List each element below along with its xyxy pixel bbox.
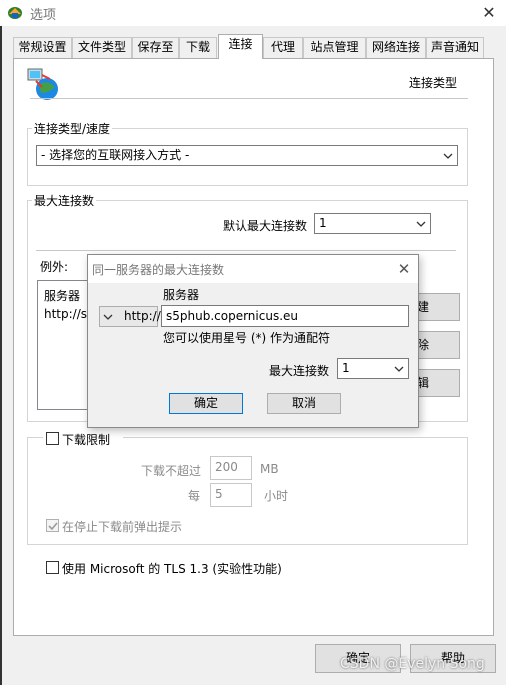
tab-site-manager[interactable]: 站点管理	[303, 37, 366, 58]
server-input[interactable]: s5phub.copernicus.eu	[161, 305, 409, 327]
checkmark-icon	[48, 522, 58, 531]
max-connections-dialog: 同一服务器的最大连接数 ✕ 服务器 http:// s5phub.coperni…	[87, 254, 419, 428]
protocol-value: http://	[124, 309, 161, 323]
connection-type-value: - 选择您的互联网接入方式 -	[41, 148, 190, 162]
protocol-select[interactable]: http://	[99, 306, 161, 327]
tab-file-types[interactable]: 文件类型	[72, 37, 132, 58]
close-icon[interactable]: ✕	[478, 2, 500, 24]
window-edge	[0, 26, 2, 685]
max-size-label: 下载不超过	[141, 464, 202, 478]
default-max-value: 1	[319, 216, 327, 230]
chevron-down-icon	[416, 221, 426, 227]
every-unit: 小时	[264, 489, 289, 503]
tab-sound[interactable]: 声音通知	[426, 37, 484, 58]
default-max-label: 默认最大连接数	[223, 219, 308, 233]
tab-download[interactable]: 下载	[179, 37, 217, 58]
dialog-ok-button[interactable]: 确定	[169, 393, 243, 414]
dialog-close-icon[interactable]: ✕	[392, 258, 416, 280]
download-limit-checkbox[interactable]	[46, 432, 59, 445]
watermark: CSDN @Evelyn Song	[340, 656, 485, 672]
app-icon	[8, 7, 22, 19]
title-bar	[0, 0, 506, 26]
dialog-max-label: 最大连接数	[269, 364, 330, 378]
tab-general[interactable]: 常规设置	[13, 37, 72, 58]
tab-proxy[interactable]: 代理	[263, 37, 303, 58]
connection-type-select[interactable]: - 选择您的互联网接入方式 -	[36, 145, 458, 166]
chevron-down-icon	[103, 314, 113, 320]
tls-label: 使用 Microsoft 的 TLS 1.3 (实验性功能)	[62, 562, 282, 576]
download-limit-label: 下载限制	[62, 433, 111, 447]
list-item[interactable]: http://s	[44, 307, 87, 321]
chevron-down-icon	[394, 366, 404, 372]
max-connections-label: 最大连接数	[32, 192, 97, 209]
popup-label: 在停止下载前弹出提示	[62, 520, 183, 534]
header-divider	[30, 98, 468, 99]
every-input[interactable]: 5	[210, 483, 252, 507]
dialog-title: 同一服务器的最大连接数	[92, 263, 225, 277]
dialog-max-select[interactable]: 1	[337, 358, 409, 379]
exceptions-label: 例外:	[40, 260, 69, 274]
tls-checkbox[interactable]	[46, 561, 59, 574]
max-size-input[interactable]: 200	[210, 456, 252, 480]
dialog-cancel-button[interactable]: 取消	[267, 393, 341, 414]
tab-save-to[interactable]: 保存至	[132, 37, 179, 58]
tab-connection[interactable]: 连接	[218, 34, 263, 59]
max-size-unit: MB	[260, 462, 279, 476]
connection-type-label: 连接类型/速度	[32, 120, 113, 137]
chevron-down-icon	[443, 153, 453, 159]
section-title: 连接类型	[409, 76, 458, 90]
wildcard-hint: 您可以使用星号 (*) 作为通配符	[163, 331, 330, 345]
dialog-max-value: 1	[342, 361, 350, 375]
tab-network[interactable]: 网络连接	[366, 37, 426, 58]
popup-checkbox[interactable]	[46, 519, 59, 532]
exceptions-divider	[36, 250, 456, 251]
default-max-select[interactable]: 1	[314, 213, 431, 234]
every-label: 每	[188, 489, 201, 503]
list-header: 服务器	[44, 289, 81, 303]
dialog-server-label: 服务器	[163, 288, 200, 302]
window-title: 选项	[30, 8, 57, 23]
